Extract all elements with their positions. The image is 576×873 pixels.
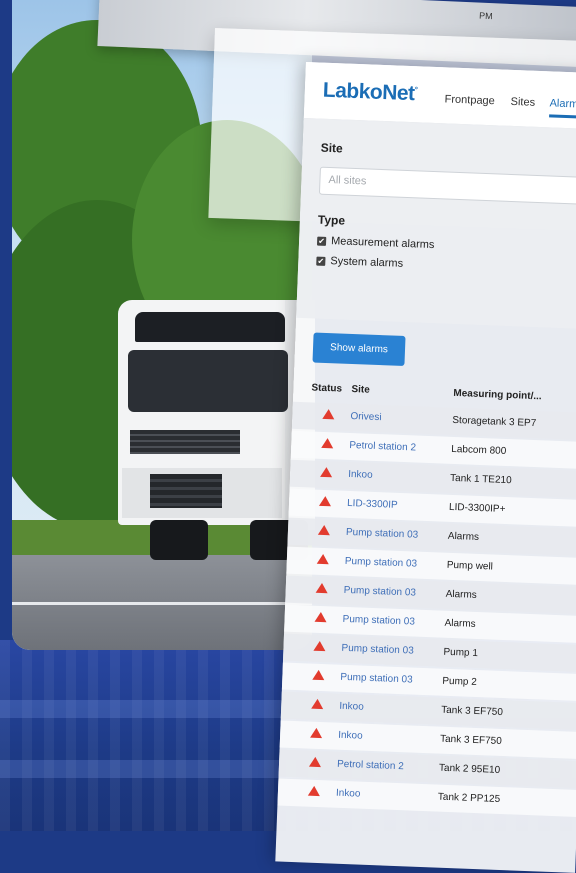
alarm-warning-icon [318, 495, 332, 507]
site-label: Site [320, 140, 343, 156]
site-link[interactable]: Pump station 03 [346, 527, 419, 541]
measuring-point: Storagetank 3 EP7 [452, 414, 537, 430]
road-marking [12, 602, 312, 605]
alarm-warning-icon [316, 553, 330, 565]
nav-frontpage[interactable]: Frontpage [444, 93, 495, 107]
measuring-point: Tank 3 EF750 [439, 733, 502, 748]
site-link[interactable]: Pump station 03 [340, 672, 413, 686]
alarm-warning-icon [322, 408, 335, 420]
measuring-point: Alarms [445, 588, 477, 601]
measuring-point: Tank 2 PP125 [437, 791, 501, 805]
nav-alarms[interactable]: Alarms [549, 97, 576, 119]
alarm-warning-icon [308, 756, 322, 768]
truck-wheel [150, 520, 208, 560]
measuring-point: Tank 1 TE210 [449, 472, 512, 487]
alarm-warning-icon [321, 437, 334, 449]
column-status[interactable]: Status [311, 382, 342, 394]
alarm-warning-icon [315, 582, 329, 594]
site-link[interactable]: Orivesi [350, 411, 382, 423]
truck-grille [130, 430, 240, 454]
site-link[interactable]: Inkoo [348, 469, 373, 481]
alarm-warning-icon [317, 524, 331, 536]
alarm-warning-icon [312, 669, 325, 681]
site-link[interactable]: Pump station 03 [344, 585, 417, 599]
site-link[interactable]: Pump station 03 [341, 643, 414, 657]
truck-lower-grille [150, 474, 222, 508]
labkonet-logo[interactable]: LabkoNet° [322, 79, 417, 107]
column-site[interactable]: Site [351, 384, 370, 396]
alarm-warning-icon [311, 698, 324, 710]
truck-windshield [128, 350, 288, 412]
checkbox-checked-icon: ✔ [316, 236, 327, 246]
measuring-point: Tank 2 95E10 [438, 762, 501, 776]
alarm-warning-icon [313, 640, 326, 652]
measuring-point: LID-3300IP+ [448, 501, 506, 515]
nav-sites[interactable]: Sites [510, 96, 535, 109]
measuring-point: Labcom 800 [451, 443, 507, 457]
alarm-warning-icon [314, 611, 327, 623]
measuring-point: Pump 1 [443, 646, 479, 660]
measuring-point: Tank 3 EF750 [441, 704, 504, 719]
site-link[interactable]: Pump station 03 [342, 614, 415, 628]
site-link[interactable]: Inkoo [336, 788, 361, 800]
status-text: PM [478, 10, 493, 22]
alarm-warning-icon [320, 466, 333, 478]
site-link[interactable]: Petrol station 2 [349, 440, 416, 454]
alarm-warning-icon [310, 727, 323, 739]
column-measuring-point[interactable]: Measuring point/... [453, 388, 542, 402]
show-alarms-button[interactable]: Show alarms [312, 332, 406, 367]
site-link[interactable]: Pump station 03 [345, 556, 418, 570]
site-link[interactable]: Petrol station 2 [337, 759, 404, 773]
alarm-warning-icon [307, 785, 321, 797]
labkonet-app: LabkoNet° Frontpage Sites Alarms Site Al… [275, 62, 576, 873]
site-link[interactable]: LID-3300IP [347, 498, 398, 511]
site-link[interactable]: Inkoo [338, 730, 363, 742]
measuring-point: Alarms [447, 530, 480, 543]
type-label: Type [317, 212, 346, 228]
truck-visor [135, 312, 285, 342]
site-placeholder: All sites [328, 173, 367, 188]
measuring-point: Pump 2 [442, 675, 477, 689]
measuring-point: Pump well [446, 559, 494, 573]
measuring-point: Alarms [444, 617, 476, 630]
site-link[interactable]: Inkoo [339, 701, 364, 713]
checkbox-checked-icon: ✔ [316, 256, 326, 266]
